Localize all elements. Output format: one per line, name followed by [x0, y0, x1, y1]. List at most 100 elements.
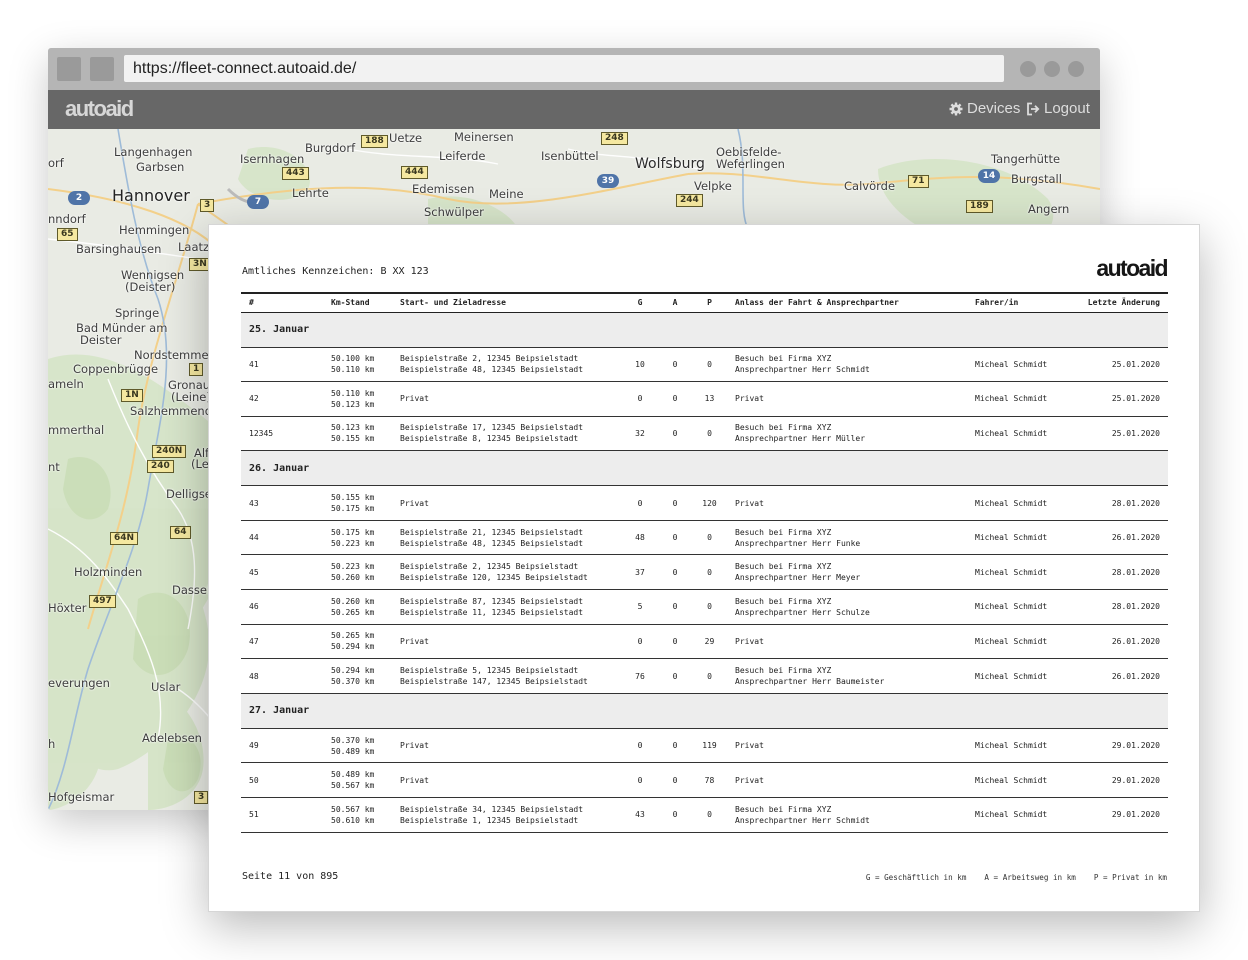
window-dot-1[interactable] [1020, 61, 1036, 77]
map-place: Angern [1028, 202, 1070, 216]
window-dot-2[interactable] [1044, 61, 1060, 77]
report-logo: autoaid [1096, 255, 1168, 281]
address-bar[interactable]: https://fleet-connect.autoaid.de/ [124, 55, 1004, 82]
km-value: 50.610 km [331, 815, 375, 825]
table-row[interactable]: 49 50.370 km 50.489 km Privat 0 0 119 Privat Mic… [241, 728, 1168, 764]
business-km: 10 [622, 347, 658, 383]
address-line: Beispielstraße 34, 12345 Beipsielstadt [400, 804, 584, 814]
table-row[interactable]: 51 50.567 km 50.610 km Beispielstraße 34, 1… [241, 797, 1168, 833]
trip-id: 43 [241, 485, 323, 521]
purpose-cell: Besuch bei Firma XYZ Ansprechpartner Herr… [727, 797, 967, 833]
table-row[interactable]: 45 50.223 km 50.260 km Beispielstraße 2, 12… [241, 554, 1168, 591]
address-line: Privat [400, 741, 429, 751]
brand-logo[interactable]: autoaid [65, 96, 134, 122]
commute-km: 0 [658, 485, 692, 521]
private-km: 29 [692, 624, 727, 660]
forward-button[interactable] [90, 57, 114, 81]
last-changed: 28.01.2020 [1062, 554, 1168, 591]
commute-km: 0 [658, 347, 692, 383]
map-place: Leiferde [439, 149, 486, 163]
autobahn-shield: 39 [597, 174, 619, 188]
driver-name: Micheal Schmidt [967, 347, 1062, 383]
column-header: # [241, 292, 323, 313]
km-value: 50.567 km [331, 804, 375, 814]
devices-link[interactable]: Devices [949, 100, 1020, 117]
km-cell: 50.155 km 50.175 km [323, 485, 392, 521]
table-row[interactable]: 50 50.489 km 50.567 km Privat 0 0 78 Privat Mich… [241, 762, 1168, 799]
km-value: 50.260 km [331, 573, 375, 583]
last-changed: 29.01.2020 [1062, 762, 1168, 799]
km-value: 50.567 km [331, 781, 375, 791]
road-shield: 64N [110, 532, 139, 545]
address-line: Beispielstraße 147, 12345 Beipsielstadt [400, 677, 588, 687]
commute-km: 0 [658, 381, 692, 417]
table-row[interactable]: 12345 50.123 km 50.155 km Beispielstraße 17… [241, 416, 1168, 452]
commute-km: 0 [658, 658, 692, 694]
map-place: Edemissen [412, 182, 475, 196]
km-cell: 50.223 km 50.260 km [323, 554, 392, 591]
km-value: 50.175 km [331, 527, 375, 537]
purpose-line: Besuch bei Firma XYZ [735, 527, 832, 537]
table-row[interactable]: 44 50.175 km 50.223 km Beispielstraße 21, 1… [241, 520, 1168, 556]
business-km: 32 [622, 416, 658, 452]
purpose-line: Privat [735, 775, 764, 785]
purpose-cell: Privat [727, 762, 967, 799]
purpose-line: Ansprechpartner Herr Funke [735, 538, 861, 548]
browser-toolbar: https://fleet-connect.autoaid.de/ [48, 48, 1100, 90]
table-row[interactable]: 47 50.265 km 50.294 km Privat 0 0 29 Privat Mich… [241, 624, 1168, 660]
map-place: Weferlingen [716, 157, 785, 171]
legend-item: G = Geschäftlich in km [865, 873, 967, 882]
purpose-line: Besuch bei Firma XYZ [735, 354, 832, 364]
business-km: 0 [622, 485, 658, 521]
map-place: Deister [80, 333, 122, 347]
table-row[interactable]: 48 50.294 km 50.370 km Beispielstraße 5, 12… [241, 658, 1168, 694]
map-place: Uetze [389, 131, 423, 145]
map-place: Velpke [694, 179, 732, 193]
map-place: Calvörde [844, 179, 896, 193]
legend: G = Geschäftlich in km A = Arbeitsweg in… [866, 873, 1167, 882]
map-place: mmerthal [48, 423, 105, 437]
window-dot-3[interactable] [1068, 61, 1084, 77]
business-km: 48 [622, 520, 658, 556]
table-row[interactable]: 46 50.260 km 50.265 km Beispielstraße 87, 1… [241, 589, 1168, 625]
km-value: 50.123 km [331, 399, 375, 409]
road-shield: 71 [908, 175, 929, 188]
table-row[interactable]: 43 50.155 km 50.175 km Privat 0 0 120 Privat Mic… [241, 485, 1168, 521]
purpose-cell: Besuch bei Firma XYZ Ansprechpartner Herr… [727, 658, 967, 694]
purpose-line: Privat [735, 394, 764, 404]
driver-name: Micheal Schmidt [967, 416, 1062, 452]
table-row[interactable]: 41 50.100 km 50.110 km Beispielstraße 2, 12… [241, 347, 1168, 383]
km-cell: 50.260 km 50.265 km [323, 589, 392, 625]
table-row[interactable]: 42 50.110 km 50.123 km Privat 0 0 13 Privat Mich… [241, 381, 1168, 417]
address-line: Beispielstraße 11, 12345 Beipsielstadt [400, 607, 584, 617]
map-place: Meinersen [454, 130, 514, 144]
date-group-label: 25. Januar [241, 312, 1168, 348]
business-km: 76 [622, 658, 658, 694]
map-place: Garbsen [136, 160, 185, 174]
map-place: Laatz [178, 240, 210, 254]
devices-label: Devices [967, 100, 1021, 117]
purpose-line: Ansprechpartner Herr Schmidt [735, 365, 870, 375]
business-km: 0 [622, 381, 658, 417]
km-value: 50.265 km [331, 607, 375, 617]
map-place: (Leine) [171, 390, 211, 404]
address-line: Beispielstraße 120, 12345 Beipsielstadt [400, 573, 588, 583]
logout-label: Logout [1044, 100, 1090, 117]
column-header: Fahrer/in [967, 292, 1062, 313]
km-cell: 50.100 km 50.110 km [323, 347, 392, 383]
road-shield: 65 [57, 228, 78, 241]
km-value: 50.123 km [331, 423, 375, 433]
km-cell: 50.567 km 50.610 km [323, 797, 392, 833]
back-button[interactable] [57, 57, 81, 81]
purpose-line: Besuch bei Firma XYZ [735, 596, 832, 606]
km-value: 50.294 km [331, 642, 375, 652]
map-place: (Deister) [125, 280, 176, 294]
purpose-cell: Privat [727, 728, 967, 764]
logout-link[interactable]: Logout [1026, 100, 1090, 117]
km-value: 50.110 km [331, 388, 375, 398]
km-value: 50.370 km [331, 677, 375, 687]
road-shield: 240N [152, 445, 187, 458]
page-indicator: Seite 11 von 895 [242, 871, 339, 882]
map-place: Höxter [48, 601, 87, 615]
trip-id: 44 [241, 520, 323, 556]
